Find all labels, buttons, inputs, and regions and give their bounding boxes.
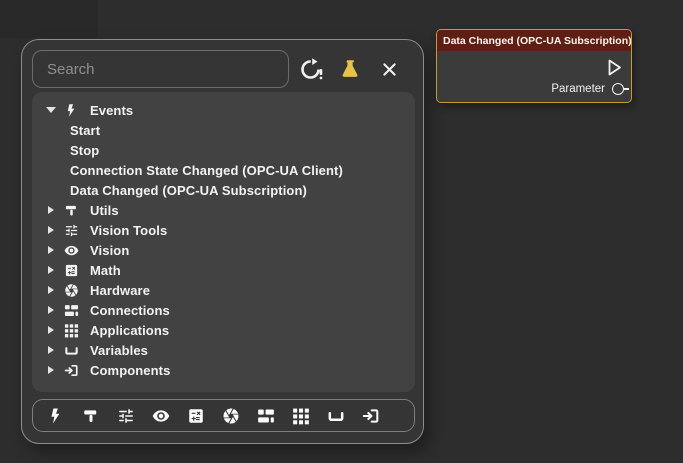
close-icon <box>380 60 399 79</box>
lightning-icon <box>64 103 90 118</box>
tree-item-data-changed[interactable]: Data Changed (OPC-UA Subscription) <box>38 180 415 200</box>
tree-category-hardware[interactable]: Hardware <box>38 280 415 300</box>
bracket-icon <box>64 343 90 358</box>
tree-category-events[interactable]: Events <box>38 100 415 120</box>
close-button[interactable] <box>375 54 405 84</box>
node-type-tree: Events Start Stop Connection State Chang… <box>32 92 415 392</box>
category-label: Hardware <box>90 283 150 298</box>
collapse-arrow-icon[interactable] <box>38 107 64 113</box>
shutter-icon <box>64 283 90 298</box>
item-label: Connection State Changed (OPC-UA Client) <box>70 163 343 178</box>
tree-category-variables[interactable]: Variables <box>38 340 415 360</box>
category-label: Applications <box>90 323 169 338</box>
footer-button-vision-tools[interactable] <box>113 403 139 429</box>
expand-arrow-icon[interactable] <box>38 206 64 214</box>
footer-button-variables[interactable] <box>323 403 349 429</box>
expand-arrow-icon[interactable] <box>38 226 64 234</box>
bracket-icon <box>327 407 345 425</box>
expand-arrow-icon[interactable] <box>38 366 64 374</box>
flask-icon <box>339 58 362 81</box>
category-label: Variables <box>90 343 148 358</box>
hammer-icon <box>64 203 90 218</box>
expand-arrow-icon[interactable] <box>38 326 64 334</box>
tree-category-vision[interactable]: Vision <box>38 240 415 260</box>
footer-button-connections[interactable] <box>253 403 279 429</box>
parameter-pin-label: Parameter <box>551 83 605 95</box>
shutter-icon <box>222 407 240 425</box>
parameter-output-pin-icon[interactable] <box>612 83 624 95</box>
footer-button-events[interactable] <box>43 403 69 429</box>
category-label: Events <box>90 103 133 118</box>
node-editor-canvas[interactable]: { "palette": { "search": { "placeholder"… <box>0 0 683 463</box>
expand-arrow-icon[interactable] <box>38 266 64 274</box>
eye-icon <box>152 407 170 425</box>
calculator-icon <box>64 263 90 278</box>
eye-icon <box>64 243 90 258</box>
category-label: Vision Tools <box>90 223 167 238</box>
sliders-icon <box>117 407 135 425</box>
node-title: Data Changed (OPC-UA Subscription) <box>443 35 632 47</box>
footer-button-utils[interactable] <box>78 403 104 429</box>
category-label: Utils <box>90 203 119 218</box>
parameter-output-row: Parameter <box>551 81 631 97</box>
import-icon <box>64 363 90 378</box>
item-label: Data Changed (OPC-UA Subscription) <box>70 183 307 198</box>
palette-header <box>32 50 413 88</box>
expand-arrow-icon[interactable] <box>38 306 64 314</box>
tree-category-connections[interactable]: Connections <box>38 300 415 320</box>
grid-icon <box>292 407 310 425</box>
server-icon <box>64 303 90 318</box>
grid-icon <box>64 323 90 338</box>
footer-button-vision[interactable] <box>148 403 174 429</box>
refresh-alert-button[interactable] <box>297 54 327 84</box>
item-label: Start <box>70 123 100 138</box>
footer-button-math[interactable] <box>183 403 209 429</box>
header-icon-group <box>289 54 413 84</box>
tree-category-applications[interactable]: Applications <box>38 320 415 340</box>
expand-arrow-icon[interactable] <box>38 286 64 294</box>
category-label: Components <box>90 363 170 378</box>
tree-item-start[interactable]: Start <box>38 120 415 140</box>
node-data-changed-opcua-subscription[interactable]: Data Changed (OPC-UA Subscription) ··· P… <box>436 29 632 103</box>
exec-output-pin-icon[interactable] <box>608 59 622 76</box>
expand-arrow-icon[interactable] <box>38 246 64 254</box>
tree-category-math[interactable]: Math <box>38 260 415 280</box>
node-palette-panel: Events Start Stop Connection State Chang… <box>21 39 424 444</box>
import-icon <box>362 407 380 425</box>
category-filter-toolbar <box>32 399 415 432</box>
tree-item-connection-state-changed[interactable]: Connection State Changed (OPC-UA Client) <box>38 160 415 180</box>
node-title-bar[interactable]: Data Changed (OPC-UA Subscription) ··· <box>437 30 631 51</box>
category-label: Connections <box>90 303 170 318</box>
expand-arrow-icon[interactable] <box>38 346 64 354</box>
background-shade <box>0 0 98 38</box>
refresh-alert-icon <box>300 57 324 81</box>
hammer-icon <box>82 407 100 425</box>
category-label: Vision <box>90 243 129 258</box>
experimental-filter-button[interactable] <box>336 54 366 84</box>
server-icon <box>257 407 275 425</box>
tree-category-vision-tools[interactable]: Vision Tools <box>38 220 415 240</box>
footer-button-components[interactable] <box>358 403 384 429</box>
item-label: Stop <box>70 143 99 158</box>
lightning-icon <box>47 407 65 425</box>
footer-button-applications[interactable] <box>288 403 314 429</box>
tree-item-stop[interactable]: Stop <box>38 140 415 160</box>
calculator-icon <box>187 407 205 425</box>
footer-button-hardware[interactable] <box>218 403 244 429</box>
sliders-icon <box>64 223 90 238</box>
search-input[interactable] <box>32 50 289 88</box>
tree-category-components[interactable]: Components <box>38 360 415 380</box>
category-label: Math <box>90 263 121 278</box>
tree-category-utils[interactable]: Utils <box>38 200 415 220</box>
pin-stub <box>624 88 629 90</box>
